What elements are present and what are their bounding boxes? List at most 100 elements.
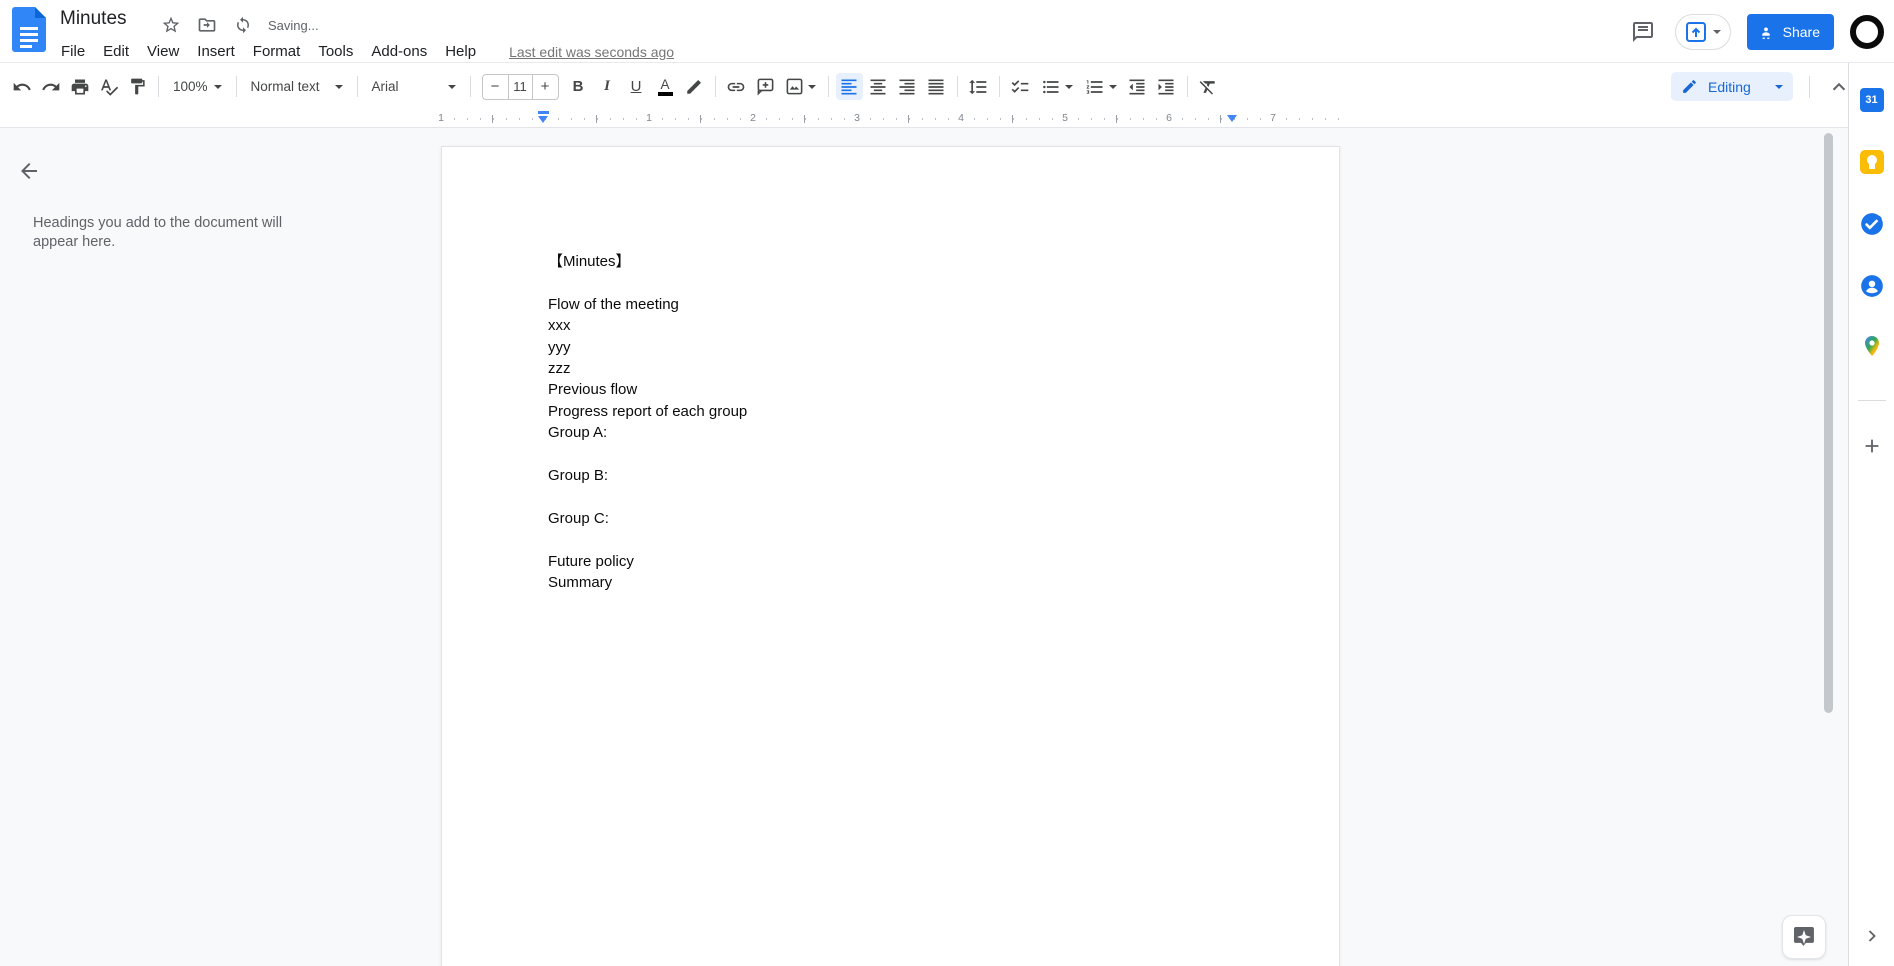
last-edit-link[interactable]: Last edit was seconds ago (509, 44, 674, 60)
doc-line[interactable] (548, 529, 1239, 550)
paragraph-style-select[interactable]: Normal text (244, 73, 350, 100)
doc-line[interactable]: Summary (548, 572, 1239, 593)
document-page[interactable]: 【Minutes】 Flow of the meeting xxx yyy zz… (441, 146, 1340, 966)
present-to-meeting-button[interactable] (1674, 13, 1731, 50)
add-comment-button[interactable] (752, 73, 779, 100)
doc-line[interactable]: zzz (548, 358, 1239, 379)
undo-button[interactable] (8, 73, 35, 100)
insert-image-caret-icon (808, 84, 817, 89)
google-tasks-icon[interactable] (1857, 209, 1887, 239)
toolbar-divider (469, 76, 471, 97)
editing-mode-label: Editing (1708, 78, 1751, 95)
doc-line[interactable]: Flow of the meeting (548, 294, 1239, 315)
sync-saving-icon (230, 12, 256, 38)
menu-format[interactable]: Format (244, 41, 310, 62)
doc-line[interactable]: yyy (548, 337, 1239, 358)
decrease-indent-button[interactable] (1124, 73, 1151, 100)
spellcheck-button[interactable] (95, 73, 122, 100)
first-line-indent-marker[interactable] (538, 111, 549, 114)
toolbar: 100% Normal text Arial − 11 + B I U A Ed… (0, 63, 1894, 110)
get-addons-button[interactable] (1857, 431, 1887, 461)
menu-help[interactable]: Help (436, 41, 485, 62)
font-size-input[interactable]: 11 (507, 74, 533, 99)
bold-label: B (572, 78, 584, 95)
companion-sidebar: 31 (1848, 63, 1894, 966)
vertical-scrollbar[interactable] (1824, 133, 1833, 713)
insert-image-button[interactable] (781, 73, 821, 100)
collapse-toolbar-button[interactable] (1828, 76, 1850, 98)
redo-button[interactable] (37, 73, 64, 100)
saving-status: Saving... (268, 17, 319, 33)
doc-line[interactable]: Progress report of each group (548, 401, 1239, 422)
left-indent-marker[interactable] (538, 111, 549, 123)
doc-line[interactable]: Previous flow (548, 379, 1239, 400)
italic-button[interactable]: I (594, 73, 621, 100)
doc-line[interactable]: 【Minutes】 (548, 251, 1239, 272)
increase-indent-button[interactable] (1153, 73, 1180, 100)
text-color-button[interactable]: A (652, 73, 679, 100)
numbered-list-button[interactable] (1080, 73, 1122, 100)
bold-button[interactable]: B (565, 73, 592, 100)
font-family-value: Arial (371, 79, 399, 94)
present-up-arrow-icon (1686, 21, 1707, 42)
clear-formatting-button[interactable] (1195, 73, 1222, 100)
bulleted-list-caret-icon (1064, 84, 1073, 89)
menu-view[interactable]: View (138, 41, 188, 62)
close-outline-button[interactable] (16, 158, 42, 184)
line-spacing-button[interactable] (965, 73, 992, 100)
menu-insert[interactable]: Insert (188, 41, 244, 62)
zoom-select[interactable]: 100% (166, 73, 229, 100)
doc-line[interactable] (548, 486, 1239, 507)
toolbar-divider (158, 76, 159, 97)
doc-line[interactable] (548, 444, 1239, 465)
doc-line[interactable]: xxx (548, 315, 1239, 336)
hide-side-panel-button[interactable] (1857, 921, 1887, 951)
underline-button[interactable]: U (623, 73, 650, 100)
google-maps-icon[interactable] (1857, 331, 1887, 361)
menu-addons[interactable]: Add-ons (362, 41, 436, 62)
docs-logo-icon[interactable] (12, 7, 46, 53)
share-button[interactable]: Share (1746, 13, 1834, 50)
ruler-number: 3 (850, 112, 864, 124)
justify-button[interactable] (923, 73, 950, 100)
doc-line[interactable] (548, 272, 1239, 293)
highlight-color-button[interactable] (681, 73, 708, 100)
doc-line[interactable]: Group A: (548, 422, 1239, 443)
star-icon[interactable] (158, 12, 184, 38)
align-center-button[interactable] (865, 73, 892, 100)
menu-file[interactable]: File (52, 41, 94, 62)
menu-edit[interactable]: Edit (94, 41, 138, 62)
move-to-folder-icon[interactable] (194, 12, 220, 38)
menu-tools[interactable]: Tools (309, 41, 362, 62)
document-text: 【Minutes】 Flow of the meeting xxx yyy zz… (548, 251, 1239, 593)
horizontal-ruler[interactable]: 1 1 2 3 4 5 6 7 (0, 110, 1848, 128)
doc-line[interactable]: Group C: (548, 508, 1239, 529)
doc-line[interactable]: Group B: (548, 465, 1239, 486)
google-calendar-icon[interactable]: 31 (1857, 85, 1887, 115)
explore-button[interactable] (1782, 915, 1826, 959)
align-left-button[interactable] (835, 73, 863, 100)
explore-spark-icon (1793, 926, 1814, 946)
decrease-font-size-button[interactable]: − (483, 75, 508, 99)
increase-font-size-button[interactable]: + (533, 75, 558, 99)
pencil-icon (1683, 80, 1696, 93)
checklist-button[interactable] (1007, 73, 1034, 100)
google-keep-icon[interactable] (1857, 147, 1887, 177)
doc-line[interactable]: Future policy (548, 551, 1239, 572)
insert-link-button[interactable] (723, 73, 750, 100)
paragraph-style-caret-icon (334, 84, 343, 89)
account-avatar[interactable] (1850, 14, 1884, 49)
editing-mode-select[interactable]: Editing (1671, 72, 1793, 101)
document-title[interactable]: Minutes (60, 8, 127, 30)
google-contacts-icon[interactable] (1857, 271, 1887, 301)
bulleted-list-button[interactable] (1036, 73, 1078, 100)
numbered-list-caret-icon (1108, 84, 1117, 89)
font-family-select[interactable]: Arial (365, 73, 463, 100)
ruler-number: 5 (1058, 112, 1072, 124)
print-button[interactable] (66, 73, 93, 100)
open-comment-history-icon[interactable] (1627, 16, 1659, 48)
right-indent-marker[interactable] (1227, 115, 1237, 122)
align-right-button[interactable] (894, 73, 921, 100)
toolbar-divider (714, 76, 716, 97)
paint-format-button[interactable] (124, 73, 151, 100)
